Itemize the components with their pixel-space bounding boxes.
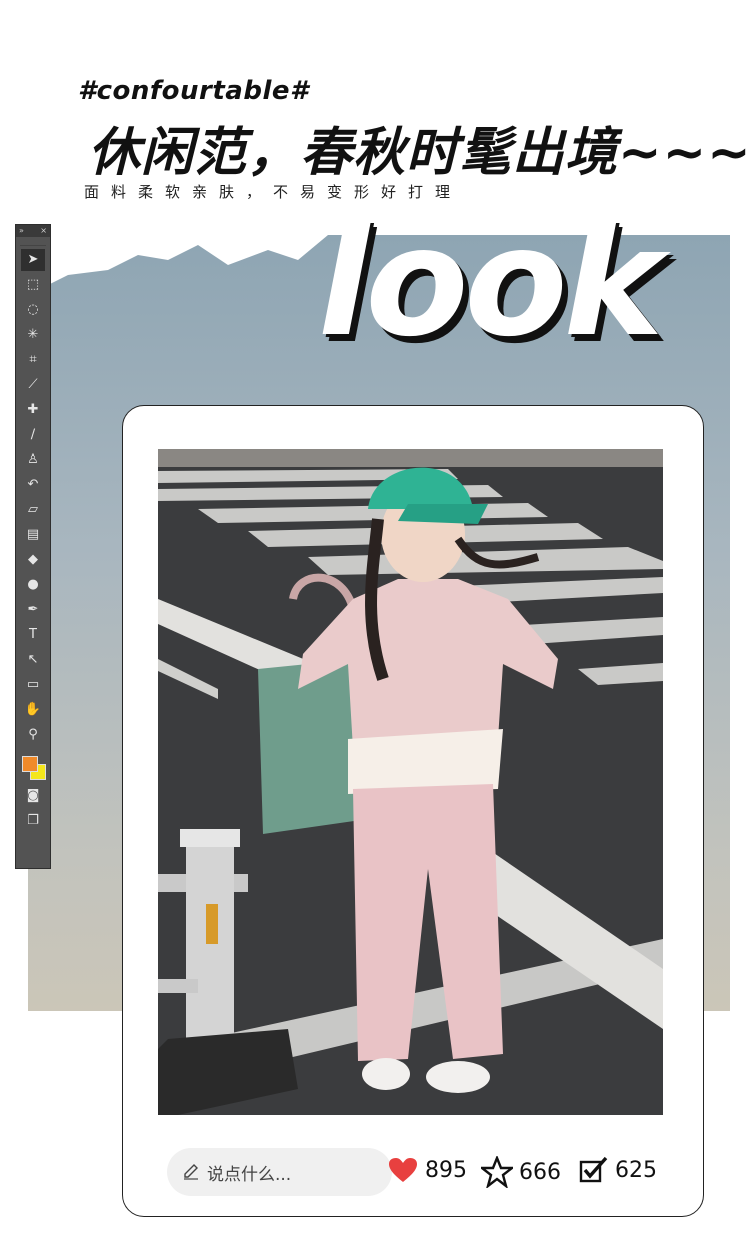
share-count: 625 [615, 1157, 657, 1183]
zoom-icon[interactable]: ⚲ [21, 724, 45, 746]
magic-wand-icon[interactable]: ✳ [21, 324, 45, 346]
stamp-icon[interactable]: ♙ [21, 449, 45, 471]
favorite-button[interactable]: 666 [481, 1156, 561, 1188]
shape-icon[interactable]: ▭ [21, 674, 45, 696]
crop-icon[interactable]: ⌗ [21, 349, 45, 371]
blur-icon[interactable]: ◆ [21, 549, 45, 571]
quick-mask-icon[interactable]: ◙ [21, 785, 45, 807]
comment-placeholder: 说点什么... [207, 1164, 292, 1185]
foreground-color-swatch[interactable] [22, 756, 38, 772]
color-swatches[interactable] [19, 752, 47, 782]
move-icon[interactable]: ➤ [21, 249, 45, 271]
product-photo [158, 449, 663, 1115]
tool-palette: » × ➤ ⬚ ◌ ✳ ⌗ ⟋ ✚ ∕ ♙ ↶ ▱ ▤ ◆ ● ✒ T ↖ ▭ ✋ ⚲ ◙ ❐ [15, 224, 51, 869]
history-brush-icon[interactable]: ↶ [21, 474, 45, 496]
healing-brush-icon[interactable]: ✚ [21, 399, 45, 421]
hand-icon[interactable]: ✋ [21, 699, 45, 721]
gradient-icon[interactable]: ▤ [21, 524, 45, 546]
screen-mode-icon[interactable]: ❐ [21, 810, 45, 832]
path-select-icon[interactable]: ↖ [21, 649, 45, 671]
share-button[interactable]: 625 [579, 1156, 657, 1184]
brush-icon[interactable]: ∕ [21, 424, 45, 446]
pen-icon[interactable]: ✒ [21, 599, 45, 621]
like-count: 895 [425, 1157, 467, 1183]
marquee-icon[interactable]: ⬚ [21, 274, 45, 296]
favorite-count: 666 [519, 1159, 561, 1185]
close-icon[interactable]: × [40, 225, 47, 237]
checkbox-check-icon [579, 1156, 608, 1183]
hashtag-title: #confourtable# [78, 76, 309, 106]
eraser-icon[interactable]: ▱ [21, 499, 45, 521]
star-icon [481, 1156, 513, 1188]
tool-palette-grip[interactable] [20, 239, 46, 246]
look-title: look [318, 196, 663, 370]
collapse-icon[interactable]: » [19, 225, 24, 237]
pencil-icon [184, 1164, 198, 1180]
tool-palette-header: » × [16, 225, 50, 237]
heart-icon [389, 1158, 417, 1182]
type-icon[interactable]: T [21, 624, 45, 646]
headline: 休闲范，春秋时髦出境~~~ [88, 123, 750, 183]
lasso-icon[interactable]: ◌ [21, 299, 45, 321]
comment-input[interactable]: 说点什么... [167, 1148, 392, 1196]
eyedropper-icon[interactable]: ⟋ [21, 374, 45, 396]
dodge-icon[interactable]: ● [21, 574, 45, 596]
like-button[interactable]: 895 [387, 1156, 467, 1184]
